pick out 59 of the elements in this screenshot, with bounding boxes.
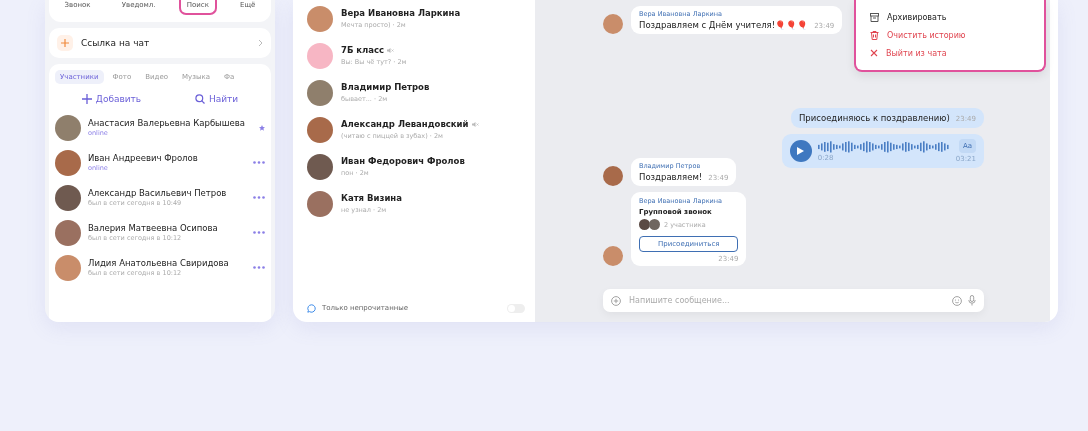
plus-icon	[81, 94, 92, 104]
chat-link-row[interactable]: Ссылка на чат	[49, 28, 271, 58]
smiley-icon[interactable]	[952, 295, 962, 306]
avatar	[603, 166, 623, 186]
more-icon[interactable]	[253, 266, 265, 269]
chat-name: Александр Левандовский	[341, 119, 479, 129]
avatar	[603, 246, 623, 266]
avatar	[55, 254, 81, 281]
message-text: Присоединяюсь к поздравлению)	[798, 113, 950, 123]
chevron-right-icon	[258, 39, 263, 47]
more-icon[interactable]	[253, 196, 265, 199]
chat-link-label: Ссылка на чат	[81, 38, 151, 48]
avatar	[639, 219, 650, 230]
message-composer[interactable]: Напишите сообщение...	[603, 289, 984, 312]
archive-icon	[870, 12, 879, 22]
plus-icon	[57, 35, 73, 51]
add-button[interactable]: Добавить	[81, 94, 142, 104]
message-text: Поздравляем!	[639, 172, 703, 182]
member-name: Валерия Матвеевна Осипова	[88, 223, 219, 233]
menu-item[interactable]: Выйти из чата	[870, 48, 1030, 58]
add-icon[interactable]	[611, 295, 621, 306]
microphone-icon[interactable]	[968, 295, 976, 306]
play-icon	[797, 147, 805, 155]
more-icon[interactable]	[253, 161, 265, 164]
member-name: Лидия Анатольевна Свиридова	[88, 258, 230, 268]
play-button[interactable]	[789, 140, 812, 162]
chat-name: Вера Ивановна Ларкина	[341, 8, 461, 18]
avatar	[649, 219, 660, 230]
message-text: Поздравляем с Днём учителя!🎈🎈🎈	[639, 20, 809, 30]
muted-speaker-icon	[471, 120, 479, 128]
chat-name: 7Б класс	[341, 45, 407, 55]
chat-name: Катя Визина	[341, 193, 402, 203]
close-icon	[870, 49, 878, 57]
menu-item[interactable]: Очистить историю	[870, 30, 1030, 40]
member-name: Иван Андреевич Фролов	[88, 153, 199, 163]
avatar	[55, 184, 81, 211]
avatar	[307, 79, 333, 106]
trash-icon	[870, 30, 879, 40]
group-avatar	[307, 42, 333, 69]
chat-name: Иван Федорович Фролов	[341, 156, 465, 166]
avatar	[603, 14, 623, 34]
muted-speaker-icon	[387, 46, 395, 54]
message-input[interactable]: Напишите сообщение...	[627, 295, 946, 306]
avatar	[307, 5, 333, 32]
avatar	[55, 114, 81, 141]
chat-bubble-icon	[307, 303, 316, 313]
more-icon[interactable]	[253, 231, 265, 234]
avatar	[55, 149, 81, 176]
search-icon	[194, 94, 205, 104]
member-name: Александр Васильевич Петров	[88, 188, 228, 198]
star-icon	[259, 124, 265, 131]
avatar	[307, 190, 333, 217]
menu-item[interactable]: Архивировать	[870, 12, 1030, 22]
find-button[interactable]: Найти	[194, 94, 239, 104]
chat-name: Владимир Петров	[341, 82, 430, 92]
avatar	[55, 219, 81, 246]
member-name: Анастасия Валерьевна Карбышева	[88, 118, 247, 128]
avatar	[307, 116, 333, 143]
avatar	[307, 153, 333, 180]
